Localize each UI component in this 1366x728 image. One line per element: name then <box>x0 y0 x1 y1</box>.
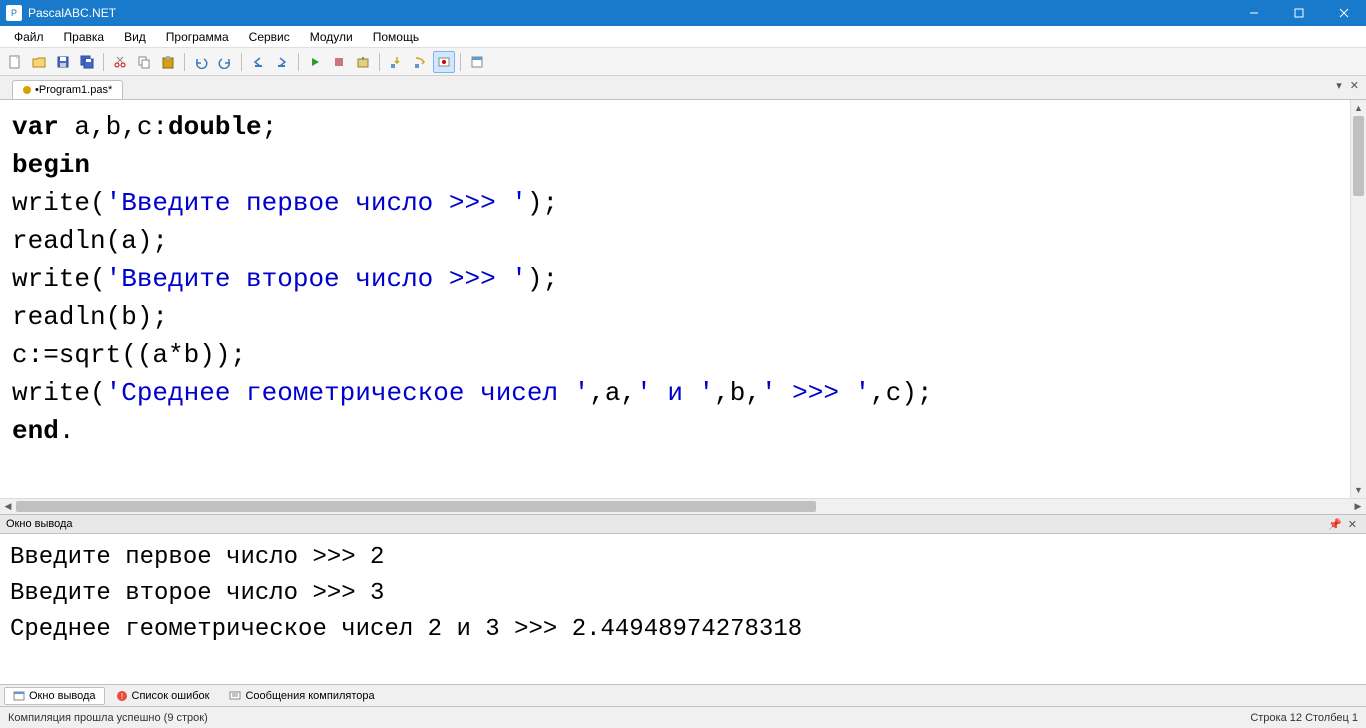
step-into-icon[interactable] <box>385 51 407 73</box>
menu-help[interactable]: Помощь <box>363 27 429 47</box>
bottom-tabbar: Окно вывода ! Список ошибок Сообщения ко… <box>0 684 1366 706</box>
tab-label: •Program1.pas* <box>35 84 112 96</box>
step-over-icon[interactable] <box>409 51 431 73</box>
save-all-icon[interactable] <box>76 51 98 73</box>
tab-close-icon[interactable]: ✕ <box>1347 79 1362 92</box>
separator <box>460 53 461 71</box>
window-title: PascalABC.NET <box>28 6 1231 20</box>
messages-tab-icon <box>229 690 241 702</box>
tab-errors[interactable]: ! Список ошибок <box>107 687 219 705</box>
output-panel-title: Окно вывода <box>6 518 73 530</box>
titlebar: P PascalABC.NET <box>0 0 1366 26</box>
editor-tab[interactable]: •Program1.pas* <box>12 80 123 99</box>
separator <box>298 53 299 71</box>
tabbar: •Program1.pas* ▾ ✕ <box>0 76 1366 100</box>
redo-icon[interactable] <box>214 51 236 73</box>
pin-icon[interactable]: 📌 <box>1325 518 1345 531</box>
status-message: Компиляция прошла успешно (9 строк) <box>8 712 208 724</box>
tab-controls: ▾ ✕ <box>1333 79 1362 92</box>
scroll-up-icon[interactable]: ▲ <box>1351 100 1366 116</box>
menu-modules[interactable]: Модули <box>300 27 363 47</box>
copy-icon[interactable] <box>133 51 155 73</box>
close-button[interactable] <box>1321 0 1366 26</box>
separator <box>103 53 104 71</box>
app-icon: P <box>6 5 22 21</box>
tab-compiler-messages[interactable]: Сообщения компилятора <box>220 687 383 705</box>
navigate-forward-icon[interactable] <box>271 51 293 73</box>
tab-dropdown-icon[interactable]: ▾ <box>1333 79 1345 92</box>
output-panel[interactable]: Введите первое число >>> 2 Введите второ… <box>0 534 1366 684</box>
scroll-thumb[interactable] <box>1353 116 1364 196</box>
modified-indicator-icon <box>23 86 31 94</box>
navigate-back-icon[interactable] <box>247 51 269 73</box>
panel-close-icon[interactable]: ✕ <box>1345 518 1360 531</box>
paste-icon[interactable] <box>157 51 179 73</box>
separator <box>379 53 380 71</box>
vertical-scrollbar[interactable]: ▲ ▼ <box>1350 100 1366 498</box>
stop-icon[interactable] <box>328 51 350 73</box>
scroll-thumb-h[interactable] <box>16 501 816 512</box>
menu-edit[interactable]: Правка <box>54 27 115 47</box>
output-tab-icon <box>13 690 25 702</box>
menu-file[interactable]: Файл <box>4 27 54 47</box>
menu-service[interactable]: Сервис <box>239 27 300 47</box>
separator <box>184 53 185 71</box>
menu-program[interactable]: Программа <box>156 27 239 47</box>
menubar: Файл Правка Вид Программа Сервис Модули … <box>0 26 1366 48</box>
toolbar <box>0 48 1366 76</box>
code-editor[interactable]: var a,b,c:double; begin write('Введите п… <box>0 100 1366 498</box>
output-panel-header: Окно вывода 📌 ✕ <box>0 514 1366 534</box>
cursor-position: Строка 12 Столбец 1 <box>1250 712 1358 724</box>
maximize-button[interactable] <box>1276 0 1321 26</box>
minimize-button[interactable] <box>1231 0 1276 26</box>
window-controls <box>1231 0 1366 26</box>
menu-view[interactable]: Вид <box>114 27 156 47</box>
run-icon[interactable] <box>304 51 326 73</box>
tab-output[interactable]: Окно вывода <box>4 687 105 705</box>
save-icon[interactable] <box>52 51 74 73</box>
svg-text:!: ! <box>120 692 122 701</box>
horizontal-scrollbar[interactable]: ◀ ▶ <box>0 498 1366 514</box>
statusbar: Компиляция прошла успешно (9 строк) Стро… <box>0 706 1366 728</box>
undo-icon[interactable] <box>190 51 212 73</box>
scroll-down-icon[interactable]: ▼ <box>1351 482 1366 498</box>
form-designer-icon[interactable] <box>466 51 488 73</box>
scroll-right-icon[interactable]: ▶ <box>1350 501 1366 512</box>
cut-icon[interactable] <box>109 51 131 73</box>
open-file-icon[interactable] <box>28 51 50 73</box>
errors-tab-icon: ! <box>116 690 128 702</box>
scroll-left-icon[interactable]: ◀ <box>0 501 16 512</box>
toggle-breakpoint-icon[interactable] <box>433 51 455 73</box>
separator <box>241 53 242 71</box>
new-file-icon[interactable] <box>4 51 26 73</box>
compile-icon[interactable] <box>352 51 374 73</box>
